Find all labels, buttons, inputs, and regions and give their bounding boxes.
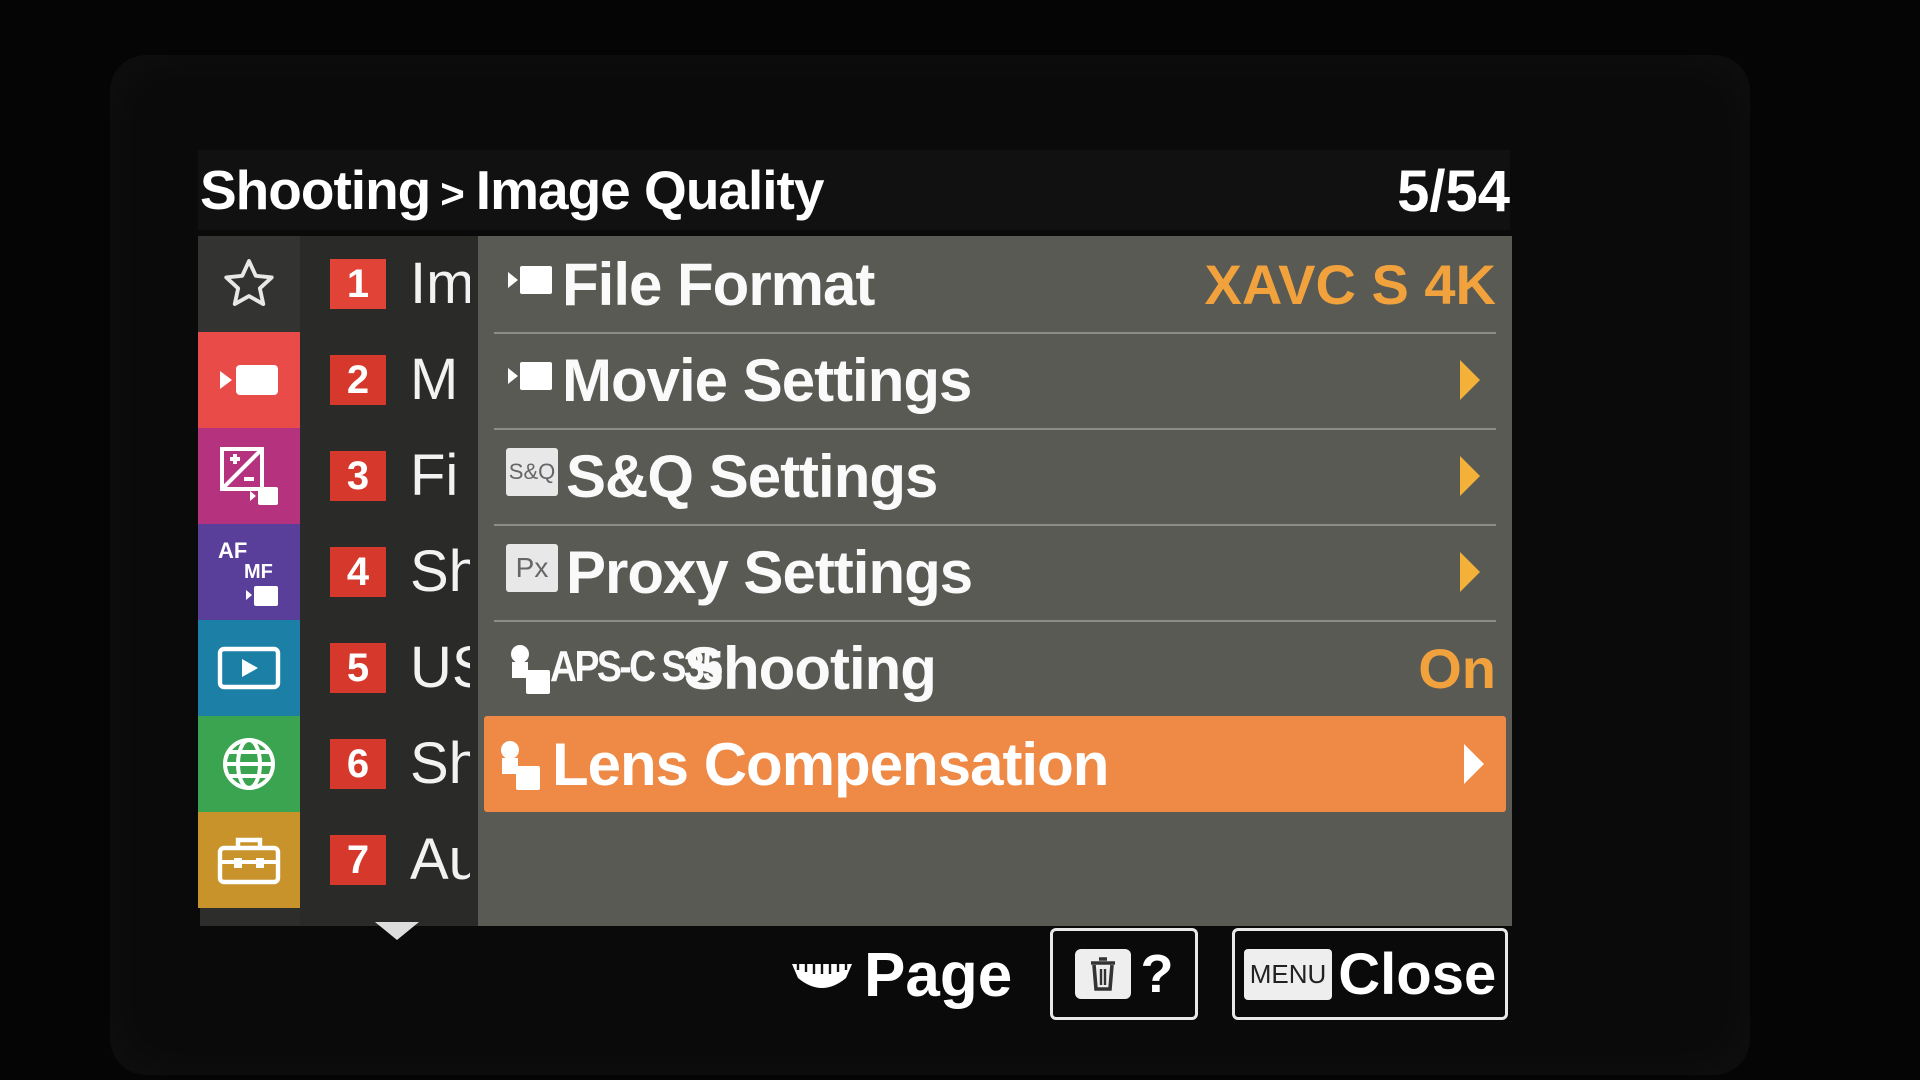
menu-item-movie-settings[interactable]: Movie Settings bbox=[494, 332, 1496, 430]
page-item-1[interactable]: 1 Im bbox=[300, 236, 478, 332]
category-tab-playback[interactable] bbox=[198, 620, 300, 716]
category-tab-my-menu[interactable] bbox=[198, 236, 300, 332]
close-button[interactable]: MENU Close bbox=[1232, 928, 1508, 1020]
svg-text:MF: MF bbox=[244, 561, 273, 583]
exposure-icon bbox=[220, 447, 278, 505]
toolbox-icon bbox=[217, 837, 281, 885]
breadcrumb-separator: > bbox=[440, 170, 465, 218]
camera-lens-icon bbox=[511, 645, 550, 694]
playback-icon bbox=[217, 646, 281, 690]
page-label: Page bbox=[864, 941, 1013, 1010]
breadcrumb-parent[interactable]: Shooting bbox=[200, 159, 431, 221]
delete-help-button[interactable]: ? bbox=[1050, 928, 1198, 1020]
menu-item-file-format[interactable]: File Format XAVC S 4K bbox=[494, 236, 1496, 334]
star-icon bbox=[224, 259, 274, 306]
svg-text:AF: AF bbox=[218, 538, 247, 563]
scroll-down-icon[interactable] bbox=[375, 922, 419, 940]
menu-item-proxy-settings[interactable]: Px Proxy Settings bbox=[494, 524, 1496, 622]
menu-header: Shooting > Image Quality 5/54 bbox=[198, 150, 1510, 230]
menu-item-label: S&Q Settings bbox=[566, 443, 938, 510]
movie-icon bbox=[508, 362, 552, 390]
page-name: Im bbox=[410, 251, 470, 316]
page-name: M bbox=[410, 347, 459, 412]
category-column: AF MF bbox=[198, 236, 300, 926]
close-label: Close bbox=[1338, 941, 1497, 1007]
chevron-right-icon bbox=[1460, 456, 1480, 496]
trash-icon bbox=[1074, 949, 1131, 999]
menu-item-label: Proxy Settings bbox=[566, 539, 973, 606]
page-name: Fi bbox=[410, 443, 459, 508]
category-tab-shooting[interactable] bbox=[198, 332, 300, 428]
page-name: US bbox=[410, 635, 470, 700]
menu-item-label: Shooting bbox=[684, 635, 937, 702]
category-tab-focus[interactable]: AF MF bbox=[198, 524, 300, 620]
movie-camera-icon bbox=[220, 365, 278, 395]
chevron-right-icon bbox=[1460, 552, 1480, 592]
menu-item-value: XAVC S 4K bbox=[1204, 253, 1496, 316]
page-number: 7 bbox=[330, 835, 386, 885]
page-number: 2 bbox=[330, 355, 386, 405]
menu-item-label: Lens Compensation bbox=[552, 731, 1109, 798]
help-label: ? bbox=[1140, 944, 1174, 1004]
sq-icon: S&Q bbox=[506, 448, 558, 496]
menu-item-aps-c-shooting[interactable]: APS-C S35 Shooting On bbox=[494, 620, 1496, 718]
chevron-right-icon bbox=[1464, 744, 1484, 784]
globe-icon bbox=[223, 738, 275, 790]
page-control[interactable]: Page bbox=[790, 940, 1012, 1011]
menu-item-label: Movie Settings bbox=[562, 347, 972, 414]
menu-item-lens-compensation[interactable]: Lens Compensation bbox=[484, 716, 1506, 812]
page-column: 1 Im 2 M 3 Fi 4 Sh 5 US 6 Sh 7 Au bbox=[300, 236, 478, 926]
page-number: 5 bbox=[330, 643, 386, 693]
page-name: Au bbox=[410, 827, 470, 892]
page-name: Sh bbox=[410, 731, 470, 796]
proxy-icon: Px bbox=[506, 544, 558, 592]
page-item-6[interactable]: 6 Sh bbox=[300, 716, 478, 812]
breadcrumb: Shooting > Image Quality bbox=[200, 158, 825, 222]
dial-icon bbox=[792, 963, 852, 988]
page-item-7[interactable]: 7 Au bbox=[300, 812, 478, 908]
page-number: 3 bbox=[330, 451, 386, 501]
category-tab-exposure[interactable] bbox=[198, 428, 300, 524]
page-name: Sh bbox=[410, 539, 470, 604]
page-item-3[interactable]: 3 Fi bbox=[300, 428, 478, 524]
page-item-5[interactable]: 5 US bbox=[300, 620, 478, 716]
page-counter: 5/54 bbox=[1397, 159, 1510, 224]
category-tab-setup[interactable] bbox=[198, 812, 300, 908]
menu-items: File Format XAVC S 4K Movie Settings S&Q… bbox=[478, 236, 1512, 926]
page-item-4[interactable]: 4 Sh bbox=[300, 524, 478, 620]
chevron-right-icon bbox=[1460, 360, 1480, 400]
menu-item-sq-settings[interactable]: S&Q S&Q Settings bbox=[494, 428, 1496, 526]
af-mf-icon: AFMF bbox=[218, 538, 278, 606]
movie-icon bbox=[508, 266, 552, 294]
page-number: 1 bbox=[330, 259, 386, 309]
menu-item-value: On bbox=[1418, 637, 1496, 700]
camera-lens-icon bbox=[501, 741, 540, 790]
page-number: 6 bbox=[330, 739, 386, 789]
menu-key-icon: MENU bbox=[1243, 948, 1333, 1000]
breadcrumb-current: Image Quality bbox=[475, 159, 825, 221]
category-tab-network[interactable] bbox=[198, 716, 300, 812]
menu-item-label: File Format bbox=[562, 251, 875, 318]
page-item-2[interactable]: 2 M bbox=[300, 332, 478, 428]
page-number: 4 bbox=[330, 547, 386, 597]
